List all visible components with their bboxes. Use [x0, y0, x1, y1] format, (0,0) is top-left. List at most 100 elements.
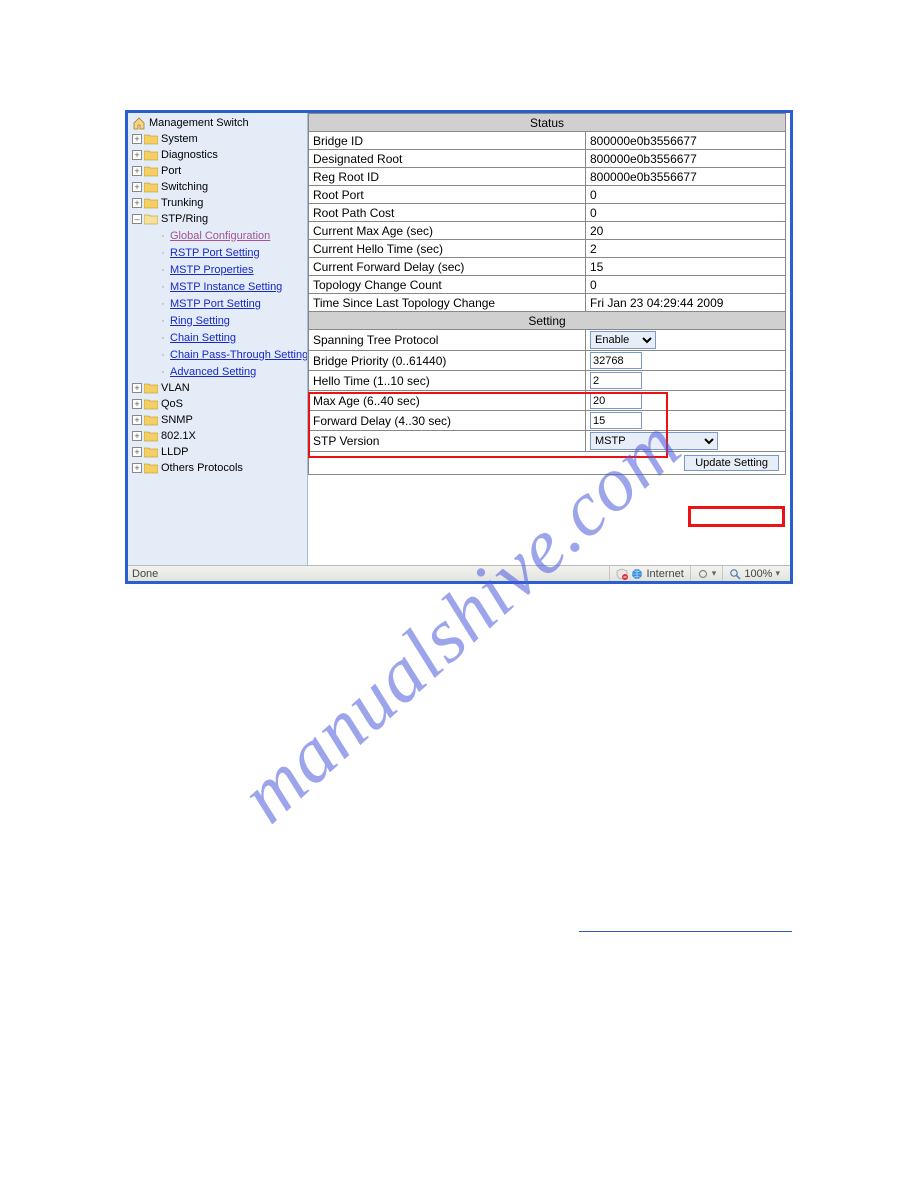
- bullet-icon: ·: [160, 313, 166, 329]
- folder-icon: [144, 181, 158, 193]
- status-val: 0: [586, 276, 786, 294]
- status-bar: Done Internet ▾ 100% ▾: [128, 565, 790, 581]
- tree-item-stp-ring[interactable]: –STP/Ring: [132, 211, 305, 227]
- tree-item-snmp[interactable]: +SNMP: [132, 412, 305, 428]
- table-row: Designated Root800000e0b3556677: [309, 150, 786, 168]
- expand-icon[interactable]: +: [132, 415, 142, 425]
- status-key: Topology Change Count: [309, 276, 586, 294]
- table-row: Topology Change Count0: [309, 276, 786, 294]
- expand-icon[interactable]: +: [132, 463, 142, 473]
- magnifier-icon: [729, 568, 741, 580]
- zoom-control[interactable]: 100% ▾: [722, 566, 786, 581]
- setting-label: Spanning Tree Protocol: [309, 330, 586, 351]
- row-hello-time: Hello Time (1..10 sec): [309, 371, 786, 391]
- bullet-icon: ·: [160, 364, 166, 380]
- tree-sub-mstp-props[interactable]: ·MSTP Properties: [154, 261, 305, 278]
- folder-icon: [144, 382, 158, 394]
- row-update: Update Setting: [309, 452, 786, 475]
- hello-time-input[interactable]: [590, 372, 642, 389]
- forward-delay-input[interactable]: [590, 412, 642, 429]
- tree-item-qos[interactable]: +QoS: [132, 396, 305, 412]
- tree-item-switching[interactable]: +Switching: [132, 179, 305, 195]
- globe-icon: [631, 568, 643, 580]
- status-key: Root Port: [309, 186, 586, 204]
- status-val: 2: [586, 240, 786, 258]
- expand-icon[interactable]: +: [132, 166, 142, 176]
- zoom-label: 100%: [744, 568, 772, 580]
- tree-item-lldp[interactable]: +LLDP: [132, 444, 305, 460]
- table-row: Bridge ID800000e0b3556677: [309, 132, 786, 150]
- tree-item-others[interactable]: +Others Protocols: [132, 460, 305, 476]
- tree-sub-mstp-port[interactable]: ·MSTP Port Setting: [154, 295, 305, 312]
- tree-sub-mstp-instance[interactable]: ·MSTP Instance Setting: [154, 278, 305, 295]
- row-forward-delay: Forward Delay (4..30 sec): [309, 411, 786, 431]
- tree-sub-ring[interactable]: ·Ring Setting: [154, 312, 305, 329]
- tree-item-port[interactable]: +Port: [132, 163, 305, 179]
- tree-item-vlan[interactable]: +VLAN: [132, 380, 305, 396]
- tree-sub-rstp-port[interactable]: ·RSTP Port Setting: [154, 244, 305, 261]
- max-age-input[interactable]: [590, 392, 642, 409]
- status-val: Fri Jan 23 04:29:44 2009: [586, 294, 786, 312]
- tree-root[interactable]: Management Switch: [132, 115, 305, 131]
- tree-item-system[interactable]: +System: [132, 131, 305, 147]
- stp-select[interactable]: Enable: [590, 331, 656, 349]
- app-window: Management Switch +System +Diagnostics +…: [125, 110, 793, 584]
- table-row: Current Hello Time (sec)2: [309, 240, 786, 258]
- main-pane: Status Bridge ID800000e0b3556677 Designa…: [308, 113, 790, 565]
- setting-label: STP Version: [309, 431, 586, 452]
- setting-label: Max Age (6..40 sec): [309, 391, 586, 411]
- table-row: Root Port0: [309, 186, 786, 204]
- tree-sub-chain-pt[interactable]: ·Chain Pass-Through Setting: [154, 346, 305, 363]
- status-key: Current Hello Time (sec): [309, 240, 586, 258]
- bullet-icon: ·: [160, 262, 166, 278]
- table-row: Time Since Last Topology ChangeFri Jan 2…: [309, 294, 786, 312]
- highlight-box: [688, 506, 785, 527]
- home-icon: [132, 116, 146, 130]
- tree-item-trunking[interactable]: +Trunking: [132, 195, 305, 211]
- collapse-icon[interactable]: –: [132, 214, 142, 224]
- protected-mode[interactable]: ▾: [690, 566, 723, 581]
- tree-sub-global-config[interactable]: ·Global Configuration: [154, 227, 305, 244]
- page-link-underline: [579, 931, 792, 932]
- tree-sub-chain[interactable]: ·Chain Setting: [154, 329, 305, 346]
- stp-version-select[interactable]: MSTP: [590, 432, 718, 450]
- gear-icon: [697, 568, 709, 580]
- status-key: Time Since Last Topology Change: [309, 294, 586, 312]
- status-header: Status: [309, 114, 786, 132]
- status-val: 800000e0b3556677: [586, 168, 786, 186]
- bullet-icon: ·: [160, 330, 166, 346]
- folder-icon: [144, 133, 158, 145]
- folder-icon: [144, 197, 158, 209]
- stp-children: ·Global Configuration ·RSTP Port Setting…: [132, 227, 305, 380]
- status-table: Status Bridge ID800000e0b3556677 Designa…: [308, 113, 786, 475]
- nav-tree: Management Switch +System +Diagnostics +…: [128, 113, 308, 565]
- setting-header: Setting: [309, 312, 786, 330]
- bullet-icon: ·: [160, 279, 166, 295]
- expand-icon[interactable]: +: [132, 399, 142, 409]
- expand-icon[interactable]: +: [132, 431, 142, 441]
- tree-item-diagnostics[interactable]: +Diagnostics: [132, 147, 305, 163]
- expand-icon[interactable]: +: [132, 383, 142, 393]
- bridge-priority-input[interactable]: [590, 352, 642, 369]
- setting-label: Bridge Priority (0..61440): [309, 351, 586, 371]
- update-setting-button[interactable]: Update Setting: [684, 455, 779, 471]
- expand-icon[interactable]: +: [132, 150, 142, 160]
- tree-root-label: Management Switch: [149, 115, 249, 131]
- status-key: Current Forward Delay (sec): [309, 258, 586, 276]
- bullet-icon: ·: [160, 347, 166, 363]
- expand-icon[interactable]: +: [132, 182, 142, 192]
- folder-icon: [144, 398, 158, 410]
- table-row: Root Path Cost0: [309, 204, 786, 222]
- folder-icon: [144, 430, 158, 442]
- tree-item-8021x[interactable]: +802.1X: [132, 428, 305, 444]
- row-bridge-priority: Bridge Priority (0..61440): [309, 351, 786, 371]
- expand-icon[interactable]: +: [132, 134, 142, 144]
- shield-error-icon: [616, 568, 628, 580]
- tree-sub-advanced[interactable]: ·Advanced Setting: [154, 363, 305, 380]
- status-key: Root Path Cost: [309, 204, 586, 222]
- folder-icon: [144, 414, 158, 426]
- status-val: 15: [586, 258, 786, 276]
- expand-icon[interactable]: +: [132, 447, 142, 457]
- expand-icon[interactable]: +: [132, 198, 142, 208]
- table-row: Current Max Age (sec)20: [309, 222, 786, 240]
